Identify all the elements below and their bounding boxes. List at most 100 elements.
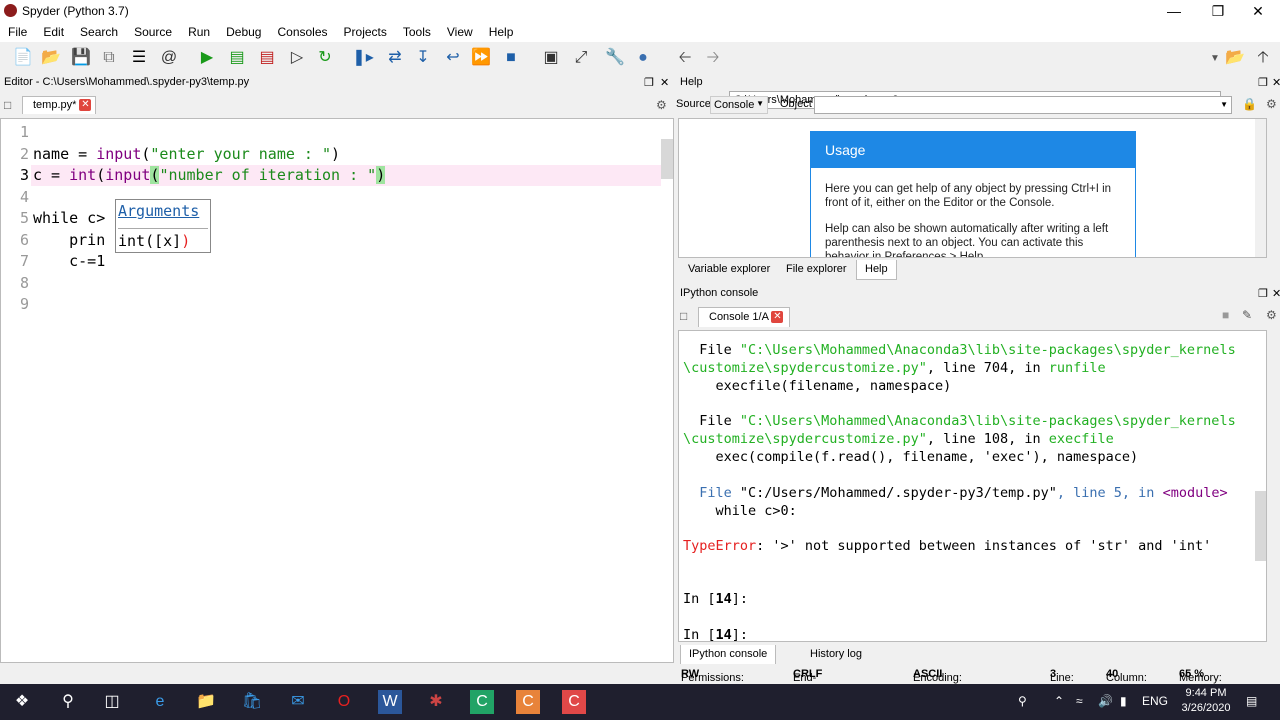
help-content: Usage Here you can get help of any objec… [678, 118, 1267, 258]
menu-tools[interactable]: Tools [395, 22, 439, 39]
lock-icon[interactable]: 🔒 [1242, 97, 1257, 111]
run-selection-icon[interactable]: ▷ [286, 47, 308, 69]
step-into-icon[interactable]: ↧ [412, 47, 434, 69]
back-arrow-icon[interactable]: 🡠 [674, 47, 696, 69]
python-path-icon[interactable]: ● [632, 47, 654, 69]
run-cell-advance-icon[interactable]: ▤ [256, 47, 278, 69]
menu-source[interactable]: Source [126, 22, 180, 39]
console-options-gear-icon[interactable]: ⚙ [1266, 308, 1277, 322]
console-line: File "C:\Users\Mohammed\Anaconda3\lib\si… [683, 413, 1236, 429]
people-icon[interactable]: ⚲ [1018, 694, 1027, 708]
volume-icon[interactable]: 🔊 [1098, 694, 1113, 708]
stop-debug-icon[interactable]: ■ [500, 47, 522, 69]
mail-icon[interactable]: ✉ [286, 690, 310, 714]
clock[interactable]: 9:44 PM 3/26/2020 [1178, 686, 1234, 716]
line-number: 3 [19, 166, 29, 184]
editor-options-gear-icon[interactable]: ⚙ [656, 98, 667, 112]
debug-icon[interactable]: ❚▸ [352, 47, 374, 69]
close-tab-icon[interactable]: ✕ [79, 99, 92, 112]
spyder-taskbar-icon[interactable]: ✱ [424, 690, 448, 714]
menu-help[interactable]: Help [481, 22, 522, 39]
close-button[interactable]: ✕ [1236, 0, 1280, 22]
rerun-icon[interactable]: ↻ [314, 47, 336, 69]
eol-status: End-of-lines: CRLF [793, 668, 823, 708]
clear-console-eraser-icon[interactable]: ✎ [1242, 308, 1252, 322]
menu-projects[interactable]: Projects [336, 22, 395, 39]
close-pane-icon[interactable]: ✕ [1272, 76, 1280, 89]
search-icon[interactable]: ⚲ [56, 690, 80, 714]
ipython-console-output[interactable]: File "C:\Users\Mohammed\Anaconda3\lib\si… [678, 330, 1267, 642]
step-icon[interactable]: ⇄ [384, 47, 406, 69]
menu-run[interactable]: Run [180, 22, 218, 39]
menu-debug[interactable]: Debug [218, 22, 269, 39]
network-icon[interactable]: ≈ [1076, 694, 1083, 708]
close-tab-icon[interactable]: ✕ [771, 311, 784, 324]
line-number: 2 [19, 145, 29, 163]
menu-view[interactable]: View [439, 22, 481, 39]
calltip-popup: Arguments int([x]) [115, 199, 211, 253]
maximize-button[interactable]: ❐ [1196, 0, 1240, 22]
menu-file[interactable]: File [0, 22, 35, 39]
undock-icon[interactable]: ❐ [1258, 76, 1268, 89]
interrupt-kernel-icon[interactable]: ■ [1222, 308, 1229, 322]
browse-folder-icon[interactable]: 📂 [1224, 47, 1246, 69]
maximize-pane-icon[interactable]: ▣ [540, 47, 562, 69]
fullscreen-icon[interactable]: ⤢ [570, 47, 592, 69]
notifications-icon[interactable]: ▤ [1246, 694, 1257, 708]
tab-file-explorer[interactable]: File explorer [778, 260, 855, 280]
editor-tab-bar: □ temp.py* ✕ ⚙ [0, 94, 674, 116]
list-icon[interactable]: ☰ [128, 47, 150, 69]
minimize-button[interactable]: — [1152, 0, 1196, 22]
undock-icon[interactable]: ❐ [644, 76, 654, 89]
camtasia-orange-icon[interactable]: C [516, 690, 540, 714]
battery-icon[interactable]: ▮ [1120, 694, 1127, 708]
task-view-icon[interactable]: ◫ [100, 690, 124, 714]
continue-icon[interactable]: ⏩ [470, 47, 492, 69]
windows-start-icon[interactable]: ❖ [10, 690, 34, 714]
run-cell-icon[interactable]: ▤ [226, 47, 248, 69]
tab-console-1a[interactable]: Console 1/A ✕ [698, 307, 790, 327]
tab-temp-py[interactable]: temp.py* ✕ [22, 96, 96, 114]
preferences-wrench-icon[interactable]: 🔧 [604, 47, 626, 69]
step-return-icon[interactable]: ↩ [442, 47, 464, 69]
parent-dir-up-icon[interactable]: 🡡 [1252, 47, 1274, 69]
menu-edit[interactable]: Edit [35, 22, 72, 39]
source-select[interactable]: Console ▼ [710, 96, 768, 114]
store-icon[interactable]: 🛍 [240, 690, 264, 714]
help-options-gear-icon[interactable]: ⚙ [1266, 97, 1277, 111]
forward-arrow-icon[interactable]: 🡢 [702, 47, 724, 69]
menu-search[interactable]: Search [72, 22, 126, 39]
close-pane-icon[interactable]: ✕ [660, 76, 669, 89]
status-bar: Permissions: RW End-of-lines: CRLF Encod… [0, 664, 1280, 708]
undock-icon[interactable]: ❐ [1258, 287, 1268, 300]
browse-tabs-icon[interactable]: □ [4, 98, 11, 112]
run-icon[interactable]: ▶ [196, 47, 218, 69]
browse-tabs-icon[interactable]: □ [680, 309, 687, 323]
language-indicator[interactable]: ENG [1142, 694, 1168, 708]
code-editor[interactable]: 1 2 3 4 5 6 7 8 9 name = input("enter yo… [0, 118, 674, 663]
word-icon[interactable]: W [378, 690, 402, 714]
close-pane-icon[interactable]: ✕ [1272, 287, 1280, 300]
file-explorer-icon[interactable]: 📁 [194, 690, 218, 714]
edge-browser-icon[interactable]: e [148, 690, 172, 714]
camtasia-green-icon[interactable]: C [470, 690, 494, 714]
editor-pane-header: Editor - C:\Users\Mohammed\.spyder-py3\t… [0, 76, 674, 92]
tab-history-log[interactable]: History log [802, 645, 870, 665]
tab-ipython-console[interactable]: IPython console [680, 645, 777, 665]
menu-consoles[interactable]: Consoles [269, 22, 335, 39]
help-scrollbar[interactable] [1255, 119, 1266, 257]
tray-chevron-up-icon[interactable]: ⌃ [1054, 694, 1064, 708]
save-icon[interactable]: 💾 [70, 47, 92, 69]
tab-variable-explorer[interactable]: Variable explorer [680, 260, 778, 280]
object-input[interactable]: ▼ [814, 96, 1232, 114]
camtasia-red-icon[interactable]: C [562, 690, 586, 714]
new-file-icon[interactable]: 📄 [12, 47, 34, 69]
path-dropdown-chevron-icon[interactable]: ▼ [1204, 48, 1226, 70]
console-scrollbar[interactable] [1255, 491, 1266, 561]
save-all-icon[interactable]: ⧉ [98, 47, 120, 69]
open-file-icon[interactable]: 📂 [40, 47, 62, 69]
opera-icon[interactable]: O [332, 690, 356, 714]
editor-scrollbar[interactable] [661, 139, 673, 179]
tab-help[interactable]: Help [856, 260, 897, 280]
at-icon[interactable]: @ [158, 47, 180, 69]
